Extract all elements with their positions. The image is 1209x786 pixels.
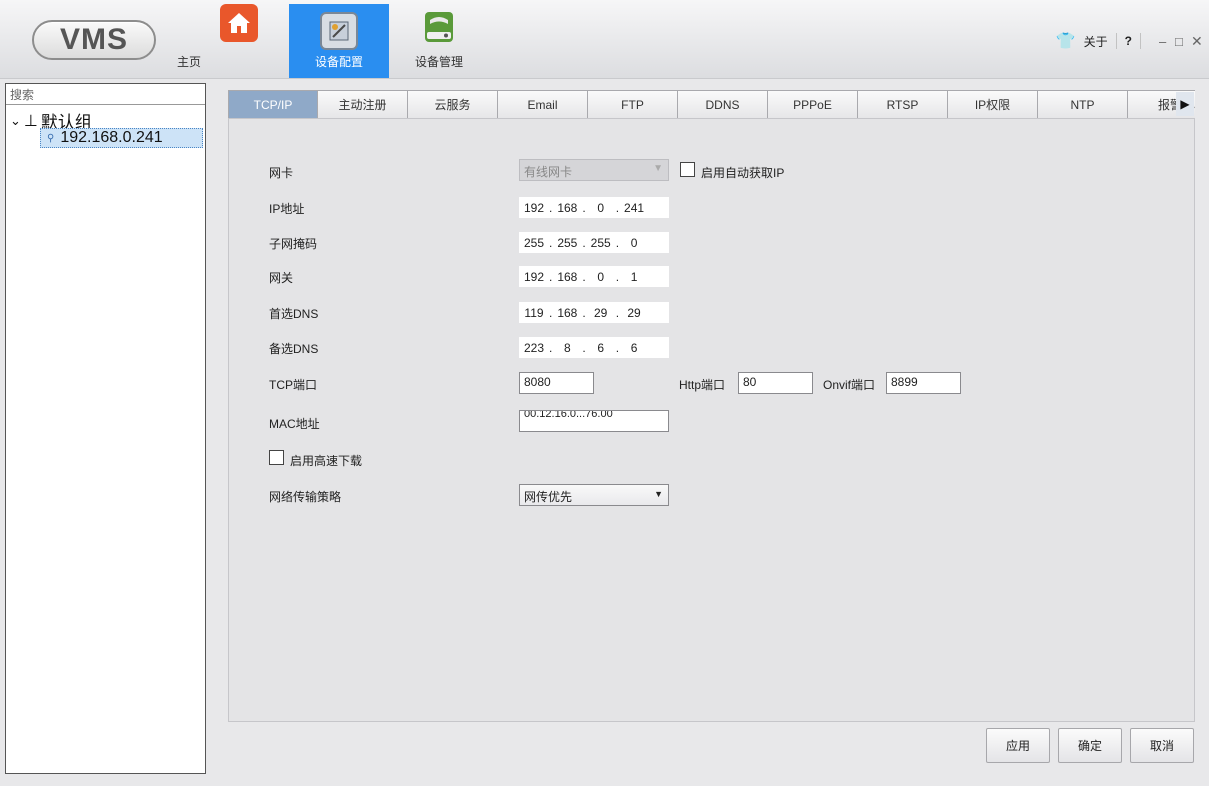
transfer-strategy-select[interactable]: 网传优先 ▼ xyxy=(519,484,669,506)
onvif-port-label: Onvif端口 xyxy=(823,378,876,392)
ip-octet[interactable]: 6 xyxy=(619,341,649,355)
nav-device-config-button[interactable]: 设备配置 xyxy=(289,4,389,78)
strategy-label: 网络传输策略 xyxy=(269,490,342,504)
device-manage-icon xyxy=(420,8,458,46)
strategy-select-value: 网传优先 xyxy=(524,490,573,504)
chevron-down-icon[interactable]: ⌄ xyxy=(10,113,21,129)
dhcp-label: 启用自动获取IP xyxy=(701,166,785,180)
settings-tabs: TCP/IP 主动注册 云服务 Email FTP DDNS PPPoE RTS… xyxy=(228,90,1195,118)
ip-octet[interactable]: 8 xyxy=(552,341,582,355)
ip-octet[interactable]: 29 xyxy=(619,306,649,320)
ok-button[interactable]: 确定 xyxy=(1058,728,1122,763)
http-port-input[interactable]: 80 xyxy=(738,372,813,394)
nav-device-manage-button[interactable]: 设备管理 xyxy=(389,4,489,78)
ip-octet[interactable]: 119 xyxy=(519,306,549,320)
device-config-icon xyxy=(320,12,358,50)
nav-home-button[interactable]: 主页 xyxy=(177,4,288,78)
nic-label: 网卡 xyxy=(269,166,294,180)
divider xyxy=(1115,33,1117,49)
mac-address-input[interactable]: 00.12.16.0...76.00 xyxy=(519,410,669,432)
tcpip-settings-panel: 网卡 有线网卡 ▼ 启用自动获取IP IP地址 192. 168. 0. 241… xyxy=(228,118,1195,722)
nic-select: 有线网卡 ▼ xyxy=(519,159,669,181)
ip-octet[interactable]: 223 xyxy=(519,341,549,355)
nav-device-manage-label: 设备管理 xyxy=(414,55,463,69)
about-button[interactable]: 关于 xyxy=(1084,33,1108,50)
group-icon: ⊥ xyxy=(23,112,38,130)
camera-icon: ⚲ xyxy=(47,132,55,144)
onvif-port-input[interactable]: 8899 xyxy=(886,372,961,394)
ip-octet[interactable]: 241 xyxy=(619,201,649,215)
primary-dns-field[interactable]: 119. 168. 29. 29 xyxy=(519,302,669,323)
ip-label: IP地址 xyxy=(269,202,305,216)
ip-octet[interactable]: 6 xyxy=(586,341,616,355)
tab-ip-permission[interactable]: IP权限 xyxy=(948,90,1038,118)
help-button[interactable]: ? xyxy=(1125,34,1132,48)
ip-octet[interactable]: 168 xyxy=(552,306,582,320)
ip-octet[interactable]: 0 xyxy=(619,236,649,250)
ip-octet[interactable]: 192 xyxy=(519,270,549,284)
tab-ddns[interactable]: DDNS xyxy=(678,90,768,118)
tab-active-register[interactable]: 主动注册 xyxy=(318,90,408,118)
tab-scroll-right-icon[interactable]: ▶ xyxy=(1176,92,1194,116)
tcp-port-input[interactable]: 8080 xyxy=(519,372,594,394)
ip-octet[interactable]: 0 xyxy=(586,201,616,215)
gateway-label: 网关 xyxy=(269,271,294,285)
ip-octet[interactable]: 255 xyxy=(519,236,549,250)
divider xyxy=(1140,33,1141,49)
dns2-label: 备选DNS xyxy=(269,342,319,356)
ip-octet[interactable]: 0 xyxy=(586,270,616,284)
dns1-label: 首选DNS xyxy=(269,307,319,321)
ip-octet[interactable]: 255 xyxy=(552,236,582,250)
window-controls: 👕 关于 ? – □ ✕ xyxy=(1056,31,1209,51)
tree-item-label: 192.168.0.241 xyxy=(60,129,163,146)
ip-octet[interactable]: 29 xyxy=(586,306,616,320)
dhcp-checkbox[interactable] xyxy=(680,162,695,177)
subnet-mask-field[interactable]: 255. 255. 255. 0 xyxy=(519,232,669,253)
minimize-button[interactable]: – xyxy=(1159,34,1175,49)
tab-cloud-service[interactable]: 云服务 xyxy=(408,90,498,118)
ip-octet[interactable]: 168 xyxy=(552,270,582,284)
top-bar: VMS 主页 设备配置 设备管理 👕 关于 ? – □ ✕ xyxy=(0,0,1209,79)
device-tree-panel: 搜索 ⌄ ⊥ 默认组 ⚲ 192.168.0.241 xyxy=(5,83,206,774)
mac-label: MAC地址 xyxy=(269,417,320,431)
tab-email[interactable]: Email xyxy=(498,90,588,118)
high-speed-download-checkbox[interactable] xyxy=(269,450,284,465)
mask-label: 子网掩码 xyxy=(269,237,318,251)
http-port-label: Http端口 xyxy=(679,378,726,392)
tcp-port-label: TCP端口 xyxy=(269,378,318,392)
skin-icon[interactable]: 👕 xyxy=(1056,31,1076,51)
nic-select-value: 有线网卡 xyxy=(524,165,573,179)
tab-ftp[interactable]: FTP xyxy=(588,90,678,118)
ip-octet[interactable]: 192 xyxy=(519,201,549,215)
home-icon xyxy=(220,4,258,42)
chevron-down-icon: ▼ xyxy=(654,489,663,499)
chevron-down-icon: ▼ xyxy=(653,163,663,174)
secondary-dns-field[interactable]: 223. 8. 6. 6 xyxy=(519,337,669,358)
maximize-button[interactable]: □ xyxy=(1175,34,1191,49)
tree-item-device[interactable]: ⚲ 192.168.0.241 xyxy=(40,128,203,148)
tab-ntp[interactable]: NTP xyxy=(1038,90,1128,118)
ip-address-field[interactable]: 192. 168. 0. 241 xyxy=(519,197,669,218)
close-button[interactable]: ✕ xyxy=(1191,33,1209,50)
high-speed-download-label: 启用高速下载 xyxy=(290,454,363,468)
tab-rtsp[interactable]: RTSP xyxy=(858,90,948,118)
tab-tcpip[interactable]: TCP/IP xyxy=(228,90,318,118)
ip-octet[interactable]: 1 xyxy=(619,270,649,284)
cancel-button[interactable]: 取消 xyxy=(1130,728,1194,763)
gateway-field[interactable]: 192. 168. 0. 1 xyxy=(519,266,669,287)
ip-octet[interactable]: 255 xyxy=(586,236,616,250)
tab-pppoe[interactable]: PPPoE xyxy=(768,90,858,118)
search-input[interactable]: 搜索 xyxy=(6,84,205,105)
apply-button[interactable]: 应用 xyxy=(986,728,1050,763)
ip-octet[interactable]: 168 xyxy=(552,201,582,215)
nav-device-config-label: 设备配置 xyxy=(314,55,363,69)
